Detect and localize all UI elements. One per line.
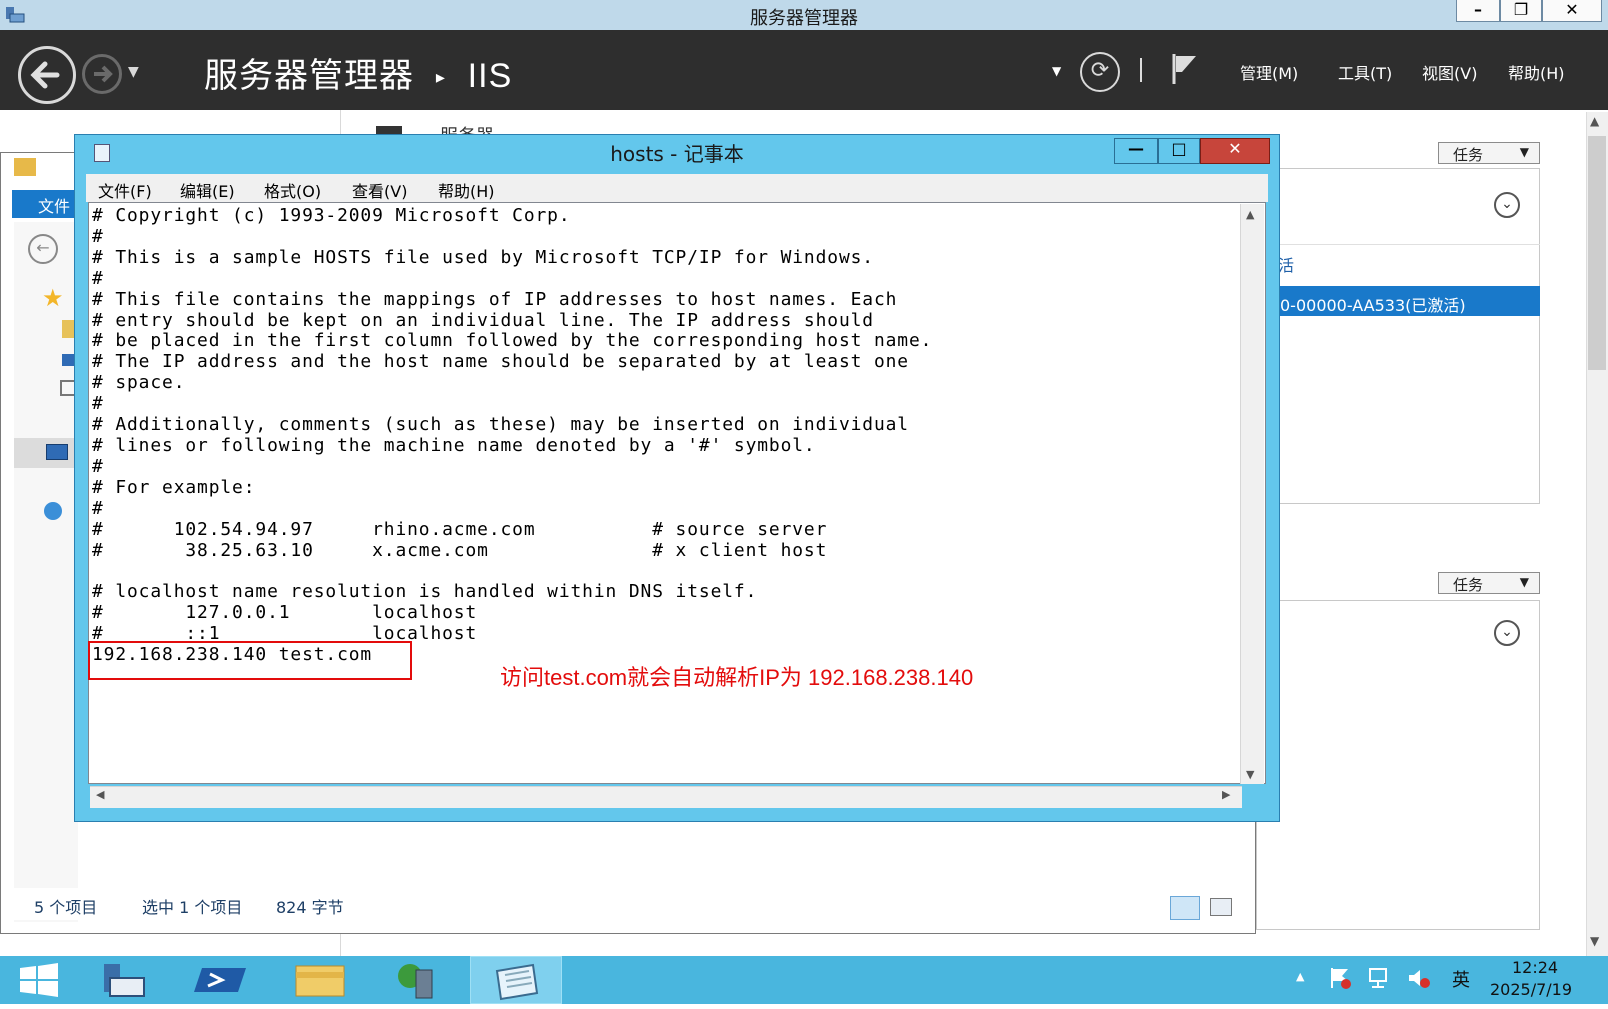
restore-button[interactable]: ❐ <box>1500 0 1542 22</box>
clock-time[interactable]: 12:24 <box>1512 958 1558 977</box>
iis-manager-icon <box>398 964 433 999</box>
taskbar-iis-manager[interactable] <box>372 956 464 1004</box>
status-selected: 选中 1 个项目 <box>142 898 243 917</box>
start-button[interactable] <box>16 962 62 998</box>
tasks-button-1[interactable]: 任务 ▼ <box>1438 142 1540 164</box>
notepad-vertical-scrollbar[interactable] <box>1240 204 1264 784</box>
notepad-icon <box>495 963 539 1001</box>
scroll-thumb[interactable] <box>1588 136 1606 370</box>
menu-help[interactable]: 帮助(H) <box>438 178 495 202</box>
refresh-dropdown-icon[interactable]: ▼ <box>1052 64 1061 78</box>
network-tray-icon[interactable] <box>1366 966 1392 994</box>
file-explorer-icon <box>295 965 345 997</box>
history-dropdown-icon[interactable]: ▼ <box>128 64 139 80</box>
refresh-icon[interactable]: ⟳ <box>1080 52 1120 92</box>
tasks-button-2[interactable]: 任务 ▼ <box>1438 572 1540 594</box>
menu-edit[interactable]: 编辑(E) <box>180 178 235 202</box>
clock-date[interactable]: 2025/7/19 <box>1490 980 1572 999</box>
action-center-flag-icon[interactable] <box>1328 966 1354 994</box>
menu-view[interactable]: 查看(V) <box>352 178 407 202</box>
close-button[interactable]: ✕ <box>1542 0 1602 22</box>
taskbar-file-explorer[interactable] <box>274 956 366 1004</box>
forward-arrow-icon <box>94 65 113 83</box>
explorer-status-bar: 5 个项目 选中 1 个项目 824 字节 <box>14 888 1244 920</box>
details-view-icon[interactable] <box>1170 896 1200 920</box>
large-icons-view-icon[interactable] <box>1210 898 1232 916</box>
notepad-horizontal-scrollbar[interactable] <box>90 786 1242 808</box>
annotation-text: 访问test.com就会自动解析IP为 192.168.238.140 <box>500 665 974 690</box>
back-arrow-icon <box>30 61 60 89</box>
menu-manage[interactable]: 管理(M) <box>1240 60 1298 84</box>
menu-view[interactable]: 视图(V) <box>1422 60 1477 84</box>
favorites-star-icon[interactable]: ★ <box>42 284 64 312</box>
monitor-icon <box>46 444 68 460</box>
minimize-button[interactable]: – <box>1456 0 1500 22</box>
ribbon-file-tab[interactable]: 文件 <box>12 190 78 218</box>
powershell-icon <box>194 968 246 992</box>
window-title: 服务器管理器 <box>750 8 858 29</box>
scroll-up-icon[interactable]: ▲ <box>1246 208 1254 221</box>
server-manager-icon <box>104 964 145 997</box>
menu-file[interactable]: 文件(F) <box>98 178 152 202</box>
back-button[interactable] <box>18 46 76 104</box>
breadcrumb: 服务器管理器 ▸ IIS <box>204 48 512 97</box>
volume-muted-icon[interactable] <box>1406 966 1432 994</box>
taskbar-notepad[interactable] <box>470 956 562 1004</box>
status-size: 824 字节 <box>276 898 344 917</box>
panel-row-partial-text: 活 <box>1278 256 1295 275</box>
taskbar-server-manager[interactable] <box>80 956 172 1004</box>
notepad-title: hosts - 记事本 <box>610 142 744 166</box>
scroll-up-icon[interactable]: ▲ <box>1590 114 1599 128</box>
scroll-left-icon[interactable]: ◀ <box>96 788 104 801</box>
collapse-chevron-icon[interactable]: ⌄ <box>1494 192 1520 218</box>
notepad-close-button[interactable]: ✕ <box>1200 138 1270 164</box>
panel-row <box>1270 244 1540 288</box>
windows-logo-icon <box>20 963 58 997</box>
hosts-file-content[interactable]: # Copyright (c) 1993-2009 Microsoft Corp… <box>92 205 1232 666</box>
properties-panel <box>1270 168 1540 504</box>
breadcrumb-root[interactable]: 服务器管理器 <box>204 56 414 96</box>
selected-row-text: 0-00000-AA533(已激活) <box>1280 296 1466 315</box>
menu-help[interactable]: 帮助(H) <box>1508 60 1565 84</box>
menu-format[interactable]: 格式(O) <box>264 178 321 202</box>
server-manager-titlebar: 服务器管理器 <box>0 0 1608 30</box>
dropdown-arrow-icon: ▼ <box>1519 575 1529 589</box>
notepad-maximize-button[interactable]: □ <box>1158 138 1200 164</box>
show-hidden-icons[interactable]: ▲ <box>1296 970 1304 983</box>
breadcrumb-separator-icon: ▸ <box>435 67 446 88</box>
notepad-minimize-button[interactable]: — <box>1114 138 1158 164</box>
status-item-count: 5 个项目 <box>34 898 98 917</box>
notifications-flag-icon[interactable] <box>1170 52 1200 90</box>
globe-icon[interactable] <box>44 502 62 520</box>
explorer-folder-icon <box>14 158 36 176</box>
taskbar-powershell[interactable] <box>176 956 268 1004</box>
events-panel <box>1256 600 1540 930</box>
scroll-down-icon[interactable]: ▼ <box>1590 934 1599 948</box>
annotation-highlight-box <box>88 641 412 680</box>
breadcrumb-leaf: IIS <box>467 57 513 95</box>
scroll-right-icon[interactable]: ▶ <box>1222 788 1230 801</box>
scroll-down-icon[interactable]: ▼ <box>1246 768 1254 781</box>
dropdown-arrow-icon: ▼ <box>1519 145 1529 159</box>
divider <box>1140 58 1142 82</box>
menu-tools[interactable]: 工具(T) <box>1338 60 1392 84</box>
forward-button[interactable] <box>82 54 122 94</box>
collapse-chevron-icon[interactable]: ⌄ <box>1494 620 1520 646</box>
ime-indicator[interactable]: 英 <box>1452 966 1470 992</box>
explorer-back-icon[interactable]: ← <box>28 234 58 264</box>
